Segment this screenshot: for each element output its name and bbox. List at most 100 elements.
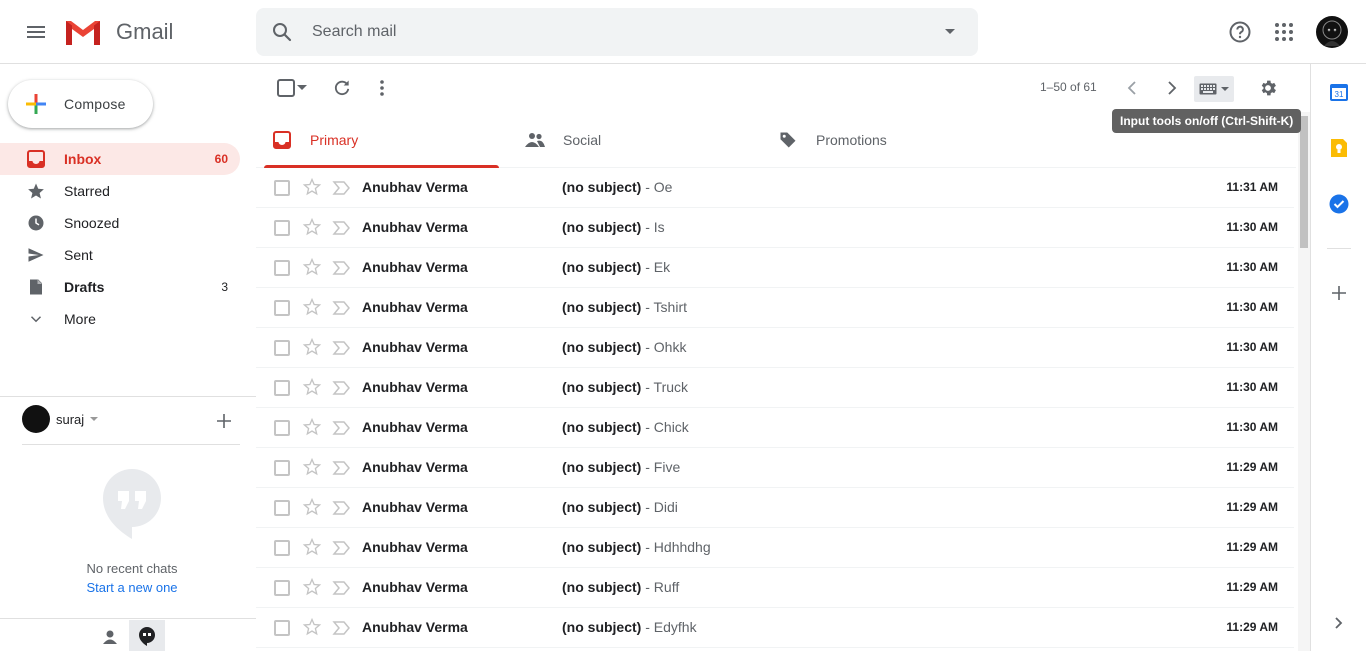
search-input[interactable] xyxy=(312,8,912,56)
importance-marker-icon[interactable] xyxy=(332,539,352,557)
importance-marker-icon[interactable] xyxy=(332,619,352,637)
support-button[interactable] xyxy=(1220,12,1260,52)
sidebar-item-more[interactable]: More xyxy=(0,303,240,335)
row-checkbox[interactable] xyxy=(274,420,290,436)
message-row[interactable]: Anubhav Verma (no subject) - Oe 11:31 AM xyxy=(256,168,1294,208)
star-toggle-icon[interactable] xyxy=(302,497,322,517)
message-row[interactable]: Anubhav Verma (no subject) - Tshirt 11:30 … xyxy=(256,288,1294,328)
row-checkbox[interactable] xyxy=(274,180,290,196)
main-menu-button[interactable] xyxy=(12,8,60,56)
expand-panel-button[interactable] xyxy=(1327,611,1351,635)
message-row[interactable]: Anubhav Verma (no subject) - Ek 11:30 AM xyxy=(256,248,1294,288)
scrollbar-thumb[interactable] xyxy=(1300,116,1308,248)
row-checkbox[interactable] xyxy=(274,620,290,636)
side-panel: 31 xyxy=(1310,64,1366,651)
message-row[interactable]: Anubhav Verma (no subject) - Edyfhk 11:29 … xyxy=(256,608,1294,648)
start-new-chat-link[interactable]: Start a new one xyxy=(0,580,264,595)
google-apps-button[interactable] xyxy=(1264,12,1304,52)
message-subject: (no subject) xyxy=(562,179,642,195)
message-row[interactable]: Anubhav Verma (no subject) - Hdhhdhg 11:29… xyxy=(256,528,1294,568)
keep-button[interactable] xyxy=(1327,136,1351,160)
message-row[interactable]: Anubhav Verma (no subject) - Chick 11:30 A… xyxy=(256,408,1294,448)
chevron-right-icon xyxy=(1335,617,1343,629)
star-toggle-icon[interactable] xyxy=(302,417,322,437)
importance-marker-icon[interactable] xyxy=(332,179,352,197)
star-toggle-icon[interactable] xyxy=(302,217,322,237)
star-toggle-icon[interactable] xyxy=(302,617,322,637)
row-checkbox[interactable] xyxy=(274,260,290,276)
select-options-button[interactable] xyxy=(294,72,310,104)
star-toggle-icon[interactable] xyxy=(302,177,322,197)
row-checkbox[interactable] xyxy=(274,380,290,396)
importance-marker-icon[interactable] xyxy=(332,579,352,597)
pagination-text[interactable]: 1–50 of 61 xyxy=(1040,80,1097,94)
search-options-button[interactable] xyxy=(938,20,962,44)
calendar-button[interactable]: 31 xyxy=(1327,80,1351,104)
star-toggle-icon[interactable] xyxy=(302,257,322,277)
row-checkbox[interactable] xyxy=(274,340,290,356)
star-toggle-icon[interactable] xyxy=(302,457,322,477)
star-toggle-icon[interactable] xyxy=(302,337,322,357)
tab-social[interactable]: Social xyxy=(509,112,752,168)
refresh-icon xyxy=(334,80,350,96)
newer-button[interactable] xyxy=(1116,72,1148,104)
message-row[interactable]: Anubhav Verma (no subject) - Didi 11:29 AM xyxy=(256,488,1294,528)
message-row[interactable]: Anubhav Verma (no subject) - Five 11:29 AM xyxy=(256,448,1294,488)
row-checkbox[interactable] xyxy=(274,500,290,516)
contacts-button[interactable] xyxy=(96,623,124,651)
get-addons-button[interactable] xyxy=(1327,281,1351,305)
importance-marker-icon[interactable] xyxy=(332,219,352,237)
tab-primary[interactable]: Primary xyxy=(256,112,499,168)
row-checkbox[interactable] xyxy=(274,300,290,316)
star-toggle-icon[interactable] xyxy=(302,377,322,397)
message-subject: (no subject) xyxy=(562,379,642,395)
refresh-button[interactable] xyxy=(326,72,358,104)
settings-button[interactable] xyxy=(1252,72,1284,104)
input-tools-button[interactable] xyxy=(1194,76,1234,102)
keep-icon xyxy=(1331,139,1347,157)
tasks-button[interactable] xyxy=(1327,192,1351,216)
caret-down-icon xyxy=(1221,86,1229,91)
star-toggle-icon[interactable] xyxy=(302,297,322,317)
importance-marker-icon[interactable] xyxy=(332,259,352,277)
hangouts-user-menu[interactable]: suraj xyxy=(22,405,99,433)
tab-promotions[interactable]: Promotions xyxy=(762,112,1005,168)
subject-separator: - xyxy=(641,299,654,315)
hangouts-button[interactable] xyxy=(129,620,165,651)
message-snippet: Ohkk xyxy=(653,339,687,355)
compose-button[interactable]: Compose xyxy=(8,80,153,128)
sidebar-item-label: Starred xyxy=(64,183,110,199)
star-toggle-icon[interactable] xyxy=(302,577,322,597)
row-checkbox[interactable] xyxy=(274,580,290,596)
importance-marker-icon[interactable] xyxy=(332,379,352,397)
sidebar-item-inbox[interactable]: Inbox 60 xyxy=(0,143,240,175)
importance-marker-icon[interactable] xyxy=(332,499,352,517)
row-checkbox[interactable] xyxy=(274,220,290,236)
more-actions-button[interactable] xyxy=(366,72,398,104)
message-row[interactable]: Anubhav Verma (no subject) - Ruff 11:29 AM xyxy=(256,568,1294,608)
message-list-scrollbar[interactable] xyxy=(1298,112,1310,651)
importance-marker-icon[interactable] xyxy=(332,339,352,357)
row-checkbox[interactable] xyxy=(274,540,290,556)
star-toggle-icon[interactable] xyxy=(302,537,322,557)
message-subject: (no subject) xyxy=(562,419,642,435)
message-row[interactable]: Anubhav Verma (no subject) - Truck 11:30 A… xyxy=(256,368,1294,408)
caret-down-icon xyxy=(297,85,307,90)
sidebar-item-snoozed[interactable]: Snoozed xyxy=(0,207,240,239)
checkbox-icon xyxy=(277,79,295,97)
message-row[interactable]: Anubhav Verma (no subject) - Is 11:30 AM xyxy=(256,208,1294,248)
importance-marker-icon[interactable] xyxy=(332,299,352,317)
message-row[interactable]: Anubhav Verma (no subject) - Ohkk 11:30 AM xyxy=(256,328,1294,368)
gmail-logo[interactable]: Gmail xyxy=(64,16,173,48)
subject-separator: - xyxy=(641,419,654,435)
sidebar-item-starred[interactable]: Starred xyxy=(0,175,240,207)
search-icon[interactable] xyxy=(270,20,294,44)
sidebar-item-sent[interactable]: Sent xyxy=(0,239,240,271)
older-button[interactable] xyxy=(1156,72,1188,104)
row-checkbox[interactable] xyxy=(274,460,290,476)
importance-marker-icon[interactable] xyxy=(332,459,352,477)
importance-marker-icon[interactable] xyxy=(332,419,352,437)
account-avatar[interactable] xyxy=(1316,16,1348,48)
sidebar-item-drafts[interactable]: Drafts 3 xyxy=(0,271,240,303)
new-conversation-button[interactable] xyxy=(212,409,236,433)
